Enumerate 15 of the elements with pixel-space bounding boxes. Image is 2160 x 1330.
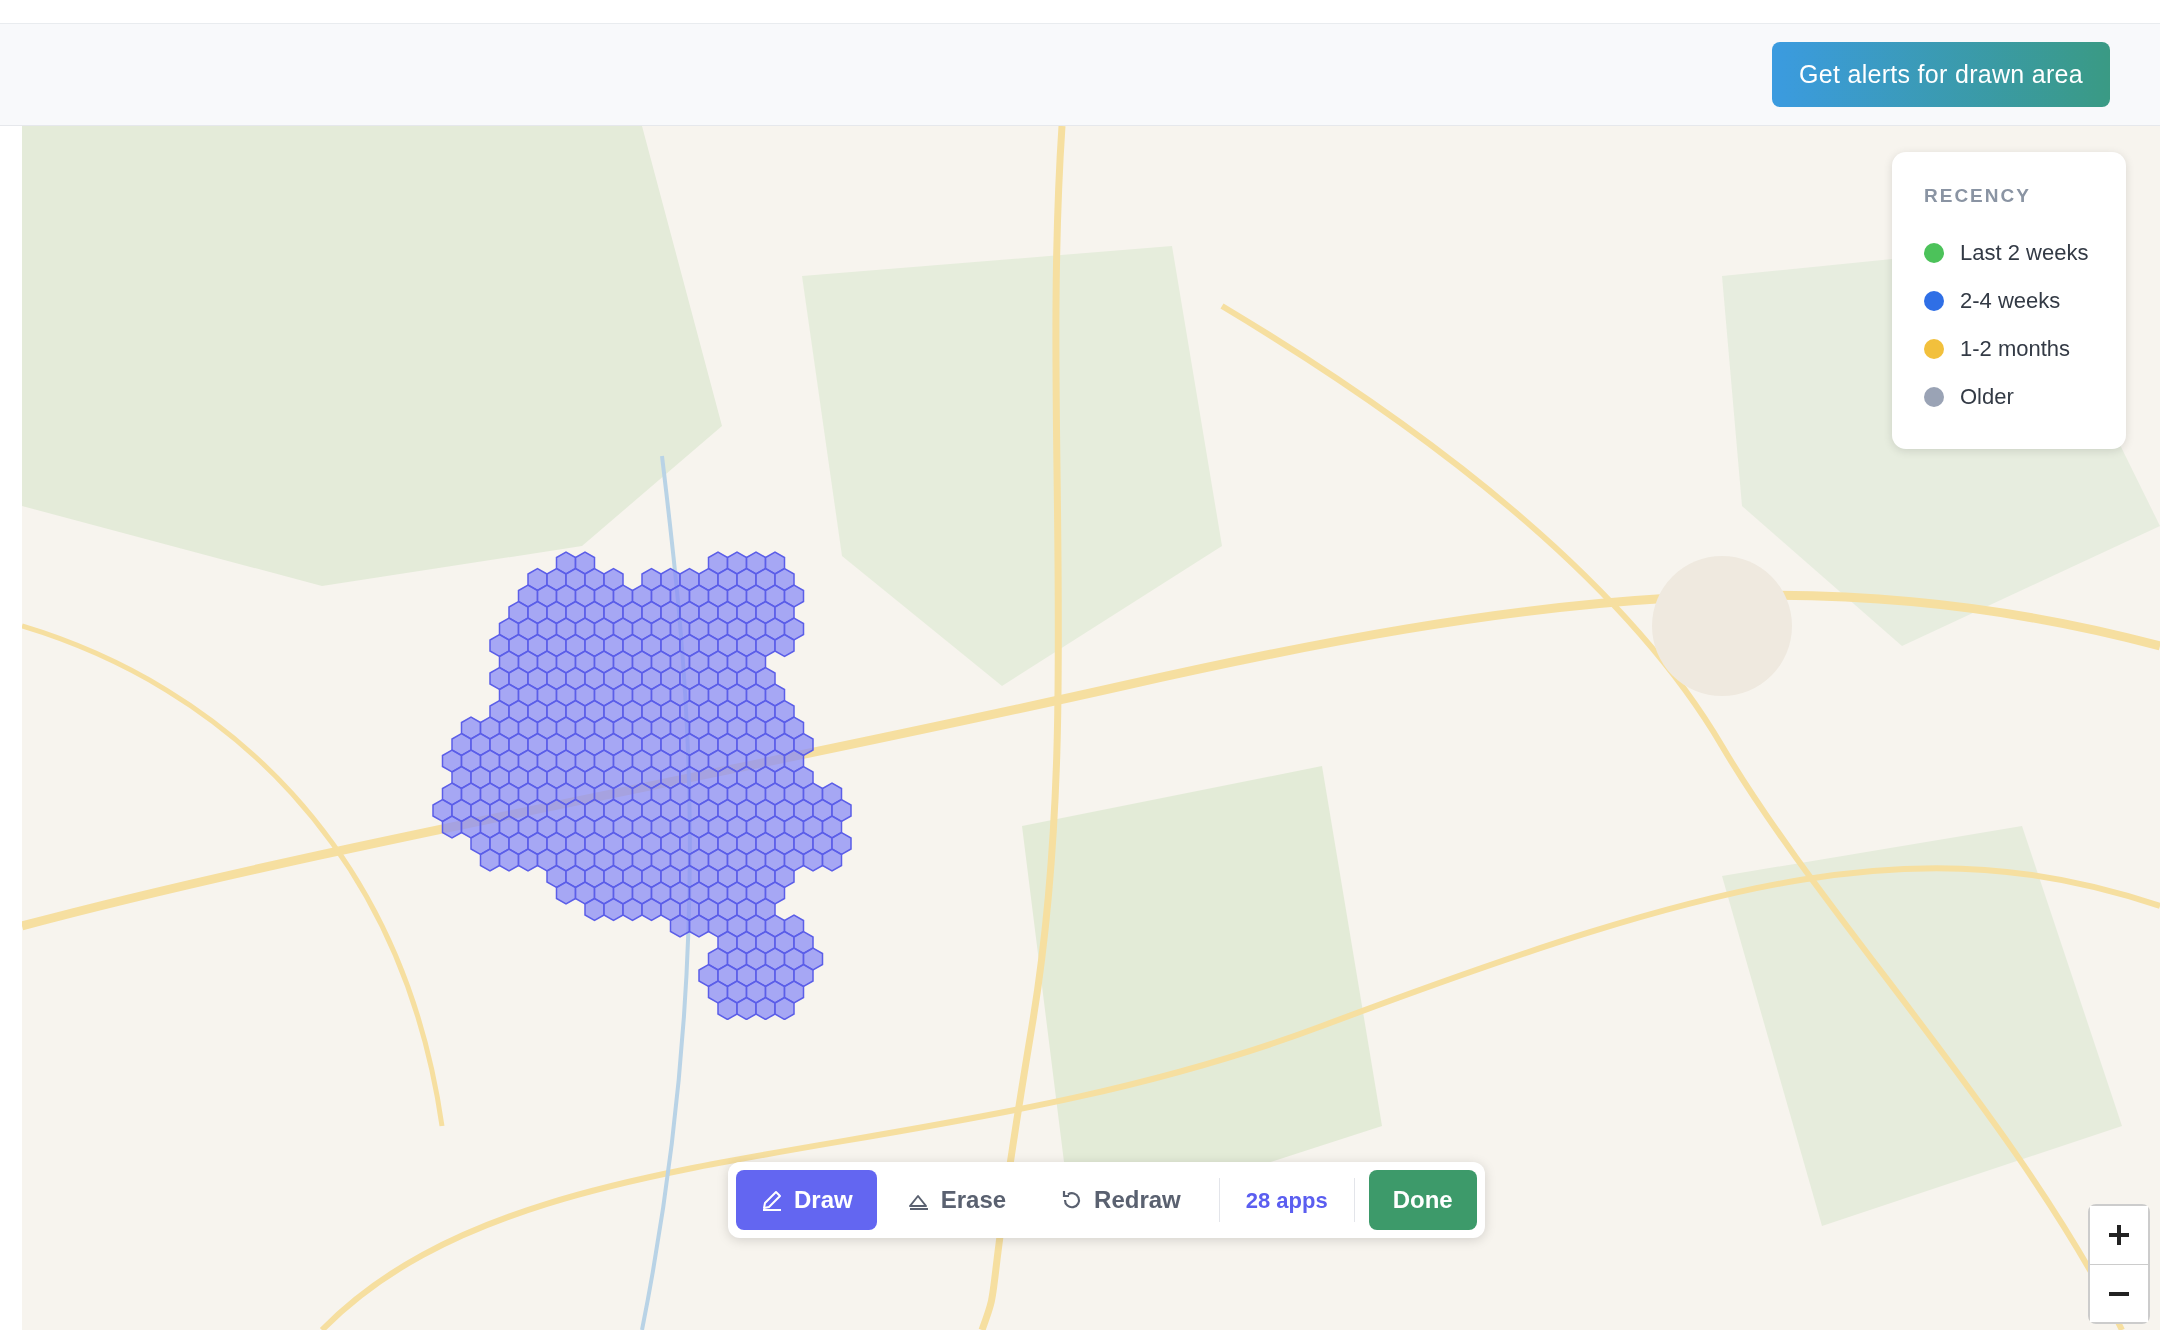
tool-button[interactable]: Erase [882,1170,1031,1230]
tool-button[interactable]: Redraw [1036,1170,1205,1230]
legend-label: Older [1960,383,2014,411]
pencil-icon [760,1188,784,1212]
legend-title: RECENCY [1924,184,2032,208]
legend-label: Last 2 weeks [1960,239,2089,267]
minus-icon [2106,1290,2132,1297]
legend-label: 2-4 weeks [1960,287,2061,315]
alert-button[interactable]: Get alerts for drawn area [1772,41,2110,108]
plus-icon [2106,1222,2132,1248]
tool-button[interactable]: Draw [736,1170,877,1230]
zoom-out-button[interactable] [2090,1264,2148,1322]
done-button[interactable]: Done [1368,1170,1477,1230]
legend-label: 1-2 months [1960,335,2071,363]
app-count-link[interactable]: 28 apps [1233,1183,1340,1217]
